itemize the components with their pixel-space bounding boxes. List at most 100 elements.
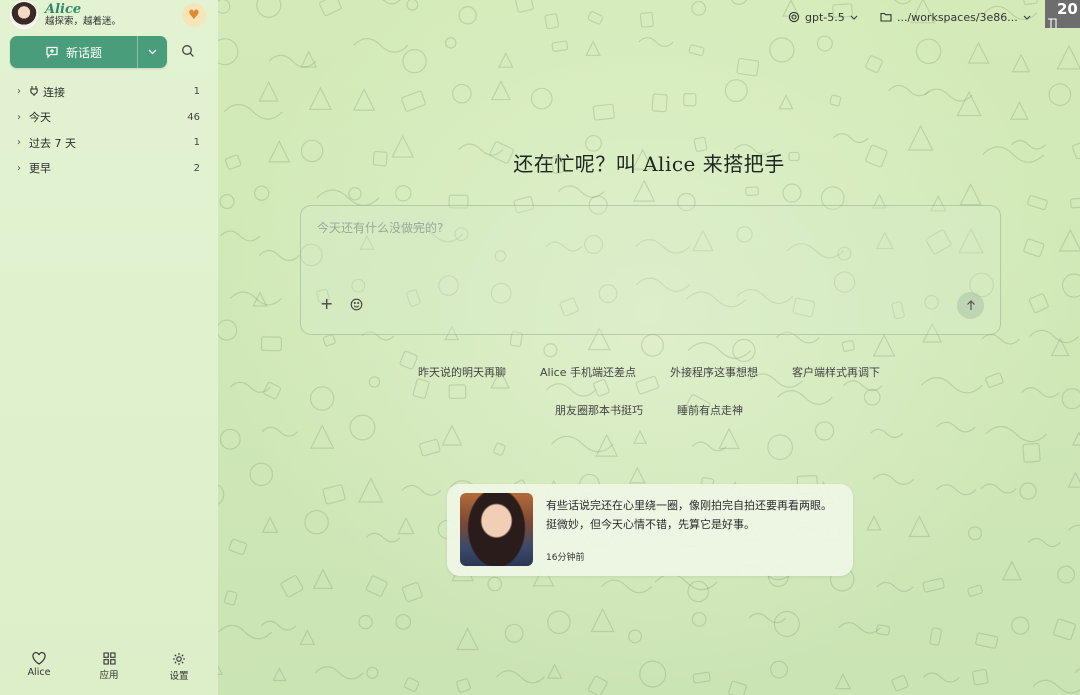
doodle-shape [493,442,506,456]
suggestion-chip[interactable]: Alice 手机端还差点 [540,364,636,380]
doodle-shape [1011,616,1030,635]
group-count: 1 [193,137,200,149]
selfie-photo[interactable] [460,493,533,566]
doodle-shape [218,38,239,66]
doodle-shape [358,614,373,630]
doodle-shape [254,185,270,201]
new-chat-dropdown[interactable] [137,36,167,68]
page-headline: 还在忙呢？叫 Alice 来搭把手 [513,152,785,176]
doodle-shape [304,509,329,535]
doodle-shape [228,538,248,556]
nav-label: Alice [27,667,51,678]
doodle-shape [585,40,601,56]
message-input[interactable] [315,220,919,236]
doodle-shape [985,425,1048,443]
profile[interactable]: Alice 越探索，越着迷。 [10,0,121,30]
doodle-shape [365,575,388,597]
doodle-shape [633,429,648,444]
doodle-shape [1023,238,1045,258]
doodle-shape [1074,668,1080,674]
suggestion-chip[interactable]: 朋友圈那本书挺巧 [555,402,643,418]
doodle-shape [401,582,423,603]
doodle-shape [1011,53,1031,73]
doodle-shape [1067,471,1080,488]
chevron-down-icon [1023,15,1031,20]
doodle-shape [959,183,982,206]
suggestion-chip[interactable]: 睡前有点走神 [677,402,743,418]
gear-icon [173,653,185,665]
doodle-shape [718,427,740,450]
new-chat-label: 新话题 [65,45,102,60]
suggestion-chip[interactable]: 外接程序这事想想 [670,364,758,380]
doodle-shape [907,124,934,151]
doodle-shape [314,666,364,680]
emoji-button[interactable] [350,296,363,315]
group-connections[interactable]: › 连接 1 [0,79,218,105]
doodle-shape [218,624,273,640]
suggestion-chip[interactable]: 客户端样式再调下 [792,364,880,380]
doodle-shape [543,343,558,358]
doodle-shape [219,428,241,450]
chevron-down-icon [148,49,157,55]
suggestion-chip[interactable]: 昨天说的明天再聊 [418,364,506,380]
doodle-shape [834,672,852,690]
new-chat-button[interactable]: 新话题 [10,36,137,68]
doodle-shape [358,477,384,503]
doodle-shape [448,384,467,400]
grid-icon [102,652,116,665]
doodle-shape [403,677,420,692]
doodle-shape [452,83,472,104]
doodle-shape [544,13,560,30]
doodle-shape [639,11,654,28]
doodle-shape [406,0,419,11]
corner-badge[interactable]: 20 [1045,0,1080,28]
doodle-shape [639,660,667,688]
nav-alice[interactable]: Alice [9,652,69,692]
doodle-shape [633,179,656,202]
doodle-shape [967,584,983,597]
favorite-button[interactable]: ♥ [182,3,206,27]
moment-card[interactable]: 有些话说完还在心里绕一圈，像刚拍完自拍还要再看两眼。挺微妙，但今天心情不错，先算… [447,484,853,576]
doodle-shape [770,660,789,679]
doodle-shape [456,627,480,651]
panel-icon [1048,18,1057,28]
doodle-shape [592,103,615,121]
doodle-shape [312,568,334,589]
doodle-shape [628,466,646,484]
doodle-shape [456,678,471,693]
avatar[interactable] [10,1,38,29]
doodle-shape [691,0,707,16]
doodle-shape [967,526,983,541]
conversation-groups: › 连接 1 › 今天 46 › 过去 7 天 1 › 更早 2 [0,79,218,181]
doodle-shape [1070,197,1080,209]
doodle-shape [687,580,709,603]
doodle-shape [458,6,477,25]
doodle-shape [349,414,376,441]
workspace-selector[interactable]: .../workspaces/3e86... [880,8,1031,26]
send-button[interactable] [957,292,984,319]
doodle-shape [782,183,802,203]
group-last-7-days[interactable]: › 过去 7 天 1 [0,130,218,156]
doodle-shape [778,94,794,110]
nav-settings[interactable]: 设置 [149,652,209,692]
doodle-shape [1019,482,1037,500]
doodle-shape [748,612,787,624]
add-attachment-button[interactable]: + [320,296,333,312]
search-button[interactable] [181,43,199,61]
group-earlier[interactable]: › 更早 2 [0,156,218,182]
nav-apps[interactable]: 应用 [79,652,139,692]
new-chat-button-group: 新话题 [10,36,167,68]
doodle-shape [229,291,282,306]
doodle-shape [1028,293,1049,314]
doodle-shape [441,424,463,446]
doodle-shape [308,86,333,110]
doodle-shape [382,0,401,5]
chevron-down-icon [850,15,858,20]
group-today[interactable]: › 今天 46 [0,105,218,131]
doodle-shape [728,680,747,695]
doodle-shape [397,516,415,535]
main-area: gpt-5.5 .../workspaces/3e86... 20 还在忙呢？叫… [218,0,1080,695]
doodle-shape [730,0,747,5]
model-selector[interactable]: gpt-5.5 [788,8,858,26]
doodle-shape [872,333,896,357]
